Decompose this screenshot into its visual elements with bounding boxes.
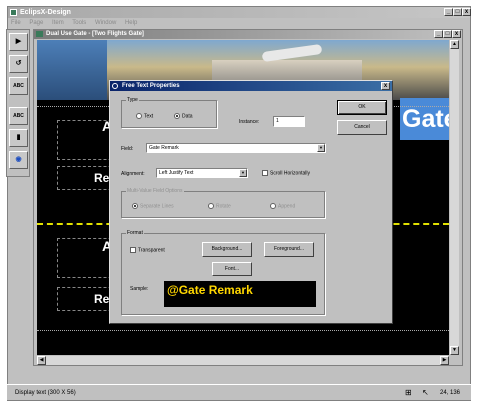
transparent-checkbox[interactable] [130,247,136,253]
type-data-option[interactable]: Data [174,113,193,119]
snap-grid-icon[interactable]: ⊞ [405,385,412,401]
append-option: Append [270,203,295,209]
alignment-select-value: Left Justify Text [159,170,194,176]
dialog-title-bar: Free Text Properties x [110,81,392,91]
document-icon [36,31,43,37]
separate-lines-radio [132,203,138,209]
ok-button[interactable]: OK [337,100,387,115]
background-button[interactable]: Background... [202,242,252,257]
format-group-label: Format [126,230,144,236]
app-maximize-button[interactable]: □ [453,8,462,16]
select-arrow-icon[interactable]: ▶ [9,33,28,51]
device-icon[interactable]: ▮ [9,129,28,147]
menu-bar: File Page Item Tools Window Help [8,18,470,28]
app-icon [10,9,17,16]
scroll-horizontally-option[interactable]: Scroll Horizontally [262,170,310,176]
type-data-radio[interactable] [174,113,180,119]
alignment-label: Alignment: [121,171,145,177]
type-text-option[interactable]: Text [136,113,153,119]
rotate-option: Rotate [208,203,231,209]
guide-line-bottom [37,330,449,331]
pointer-icon: ↖ [422,388,429,397]
multi-value-group: Multi-Value Field Options Separate Lines… [121,188,325,218]
horizontal-scrollbar[interactable]: ◀ ▶ [37,356,449,365]
free-text-properties-dialog: Free Text Properties x Type Text Data In… [109,80,393,324]
menu-file[interactable]: File [11,20,21,26]
dialog-close-button[interactable]: x [381,82,390,90]
cancel-button[interactable]: Cancel [337,120,387,135]
instance-field[interactable]: 1 [273,116,305,127]
doc-close-button[interactable]: x [452,30,461,38]
menu-tools[interactable]: Tools [72,20,86,26]
rotate-radio [208,203,214,209]
type-text-label: Text [144,113,154,120]
foreground-button[interactable]: Foreground... [264,242,314,257]
document-title-bar: Dual Use Gate - [Two Flights Gate] _ □ x [34,30,462,39]
dialog-icon [112,83,118,89]
status-text: Display text (300 X 56) [15,390,76,396]
separate-lines-label: Separate Lines [140,203,174,210]
type-group: Type Text Data [121,97,217,128]
field-select-value: Gate Remark [149,145,179,151]
transparent-option[interactable]: Transparent [130,247,165,253]
banner-sky [37,40,107,100]
sample-label: Sample: [130,286,149,292]
vertical-scrollbar[interactable]: ▲ ▼ [450,40,459,355]
sample-preview: @Gate Remark [164,281,316,307]
field-select[interactable]: Gate Remark ▼ [146,143,326,153]
format-group: Format Transparent Background... Foregro… [121,230,325,315]
menu-item[interactable]: Item [52,20,64,26]
dialog-title: Free Text Properties [122,83,180,89]
menu-help[interactable]: Help [125,20,137,26]
globe-icon[interactable]: ◉ [9,151,28,169]
field-label: Field: [121,146,134,152]
app-title-bar: EclipsX-Design _ □ x [8,7,471,18]
coordinates: 24, 136 [440,390,461,396]
rotate-icon[interactable]: ↺ [9,55,28,73]
alignment-select[interactable]: Left Justify Text ▼ [156,168,248,178]
multi-value-group-label: Multi-Value Field Options [126,188,184,194]
app-title: EclipsX-Design [20,9,71,16]
field-dropdown-icon[interactable]: ▼ [317,144,325,152]
remark-top[interactable]: Re [94,171,109,185]
document-title: Dual Use Gate - [Two Flights Gate] [46,31,144,37]
type-data-label: Data [182,113,193,120]
transparent-label: Transparent [138,247,165,254]
instance-label: Instance: [239,119,260,125]
toolbox: ▶ ↺ ABC ABC ▮ ◉ [6,29,30,177]
type-group-label: Type [126,97,139,103]
font-button[interactable]: Font... [212,262,252,276]
type-text-radio[interactable] [136,113,142,119]
scroll-up-icon[interactable]: ▲ [450,40,459,49]
append-radio [270,203,276,209]
rotate-label: Rotate [216,203,231,210]
app-minimize-button[interactable]: _ [444,8,453,16]
gate-text[interactable]: Gate [400,98,449,140]
scroll-down-icon[interactable]: ▼ [450,346,459,355]
text-box-icon[interactable]: ABC [9,77,28,95]
menu-window[interactable]: Window [95,20,116,26]
doc-minimize-button[interactable]: _ [434,30,443,38]
app-close-button[interactable]: x [462,8,471,16]
separate-lines-option: Separate Lines [132,203,174,209]
scroll-left-icon[interactable]: ◀ [37,356,46,365]
scroll-horizontally-label: Scroll Horizontally [270,170,311,177]
doc-maximize-button[interactable]: □ [443,30,452,38]
alignment-dropdown-icon[interactable]: ▼ [239,169,247,177]
text-tool-icon[interactable]: ABC [9,107,28,125]
append-label: Append [278,203,296,210]
status-bar: Display text (300 X 56) ⊞ ↖ 24, 136 [7,384,471,400]
scroll-horizontally-checkbox[interactable] [262,170,268,176]
scroll-right-icon[interactable]: ▶ [440,356,449,365]
menu-page[interactable]: Page [29,20,43,26]
